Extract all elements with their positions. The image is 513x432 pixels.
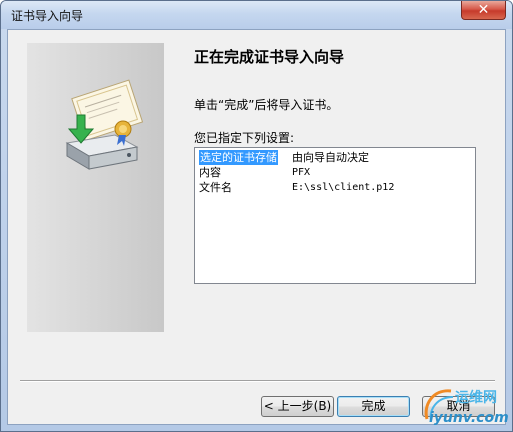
- back-button[interactable]: < 上一步(B): [261, 396, 334, 417]
- close-icon: ✕: [477, 2, 490, 18]
- settings-name: 内容: [199, 166, 221, 179]
- wizard-heading: 正在完成证书导入向导: [194, 48, 345, 66]
- watermark-logo: 运维网 iyunv.com: [421, 383, 511, 431]
- close-button[interactable]: ✕: [461, 1, 506, 20]
- watermark-text-cn: 运维网: [455, 390, 497, 406]
- instruction-text: 单击“完成”后将导入证书。: [194, 98, 339, 112]
- settings-label: 您已指定下列设置:: [194, 131, 295, 145]
- title-bar[interactable]: 证书导入向导 ✕: [1, 1, 512, 29]
- watermark-text-en: iyunv.com: [429, 410, 509, 426]
- wizard-client-area: 正在完成证书导入向导 单击“完成”后将导入证书。 您已指定下列设置: 选定的证书…: [7, 29, 506, 425]
- certificate-import-icon: [65, 79, 144, 170]
- settings-value: PFX: [292, 167, 311, 178]
- window-title: 证书导入向导: [11, 9, 84, 23]
- settings-value: 由向导自动决定: [292, 151, 369, 164]
- settings-name: 文件名: [199, 181, 232, 194]
- finish-button[interactable]: 完成: [337, 396, 410, 417]
- wizard-window: 证书导入向导 ✕ 正在完成证书导入向导 单击“完成”后将导入证书。 您已指定下列…: [0, 0, 513, 432]
- settings-value: E:\ssl\client.p12: [292, 182, 395, 193]
- settings-list[interactable]: 选定的证书存储 由向导自动决定 内容 PFX 文件名 E:\ssl\client…: [194, 147, 476, 284]
- footer-separator: [20, 380, 495, 382]
- wizard-side-panel: [27, 43, 164, 332]
- settings-name: 选定的证书存储: [199, 150, 278, 165]
